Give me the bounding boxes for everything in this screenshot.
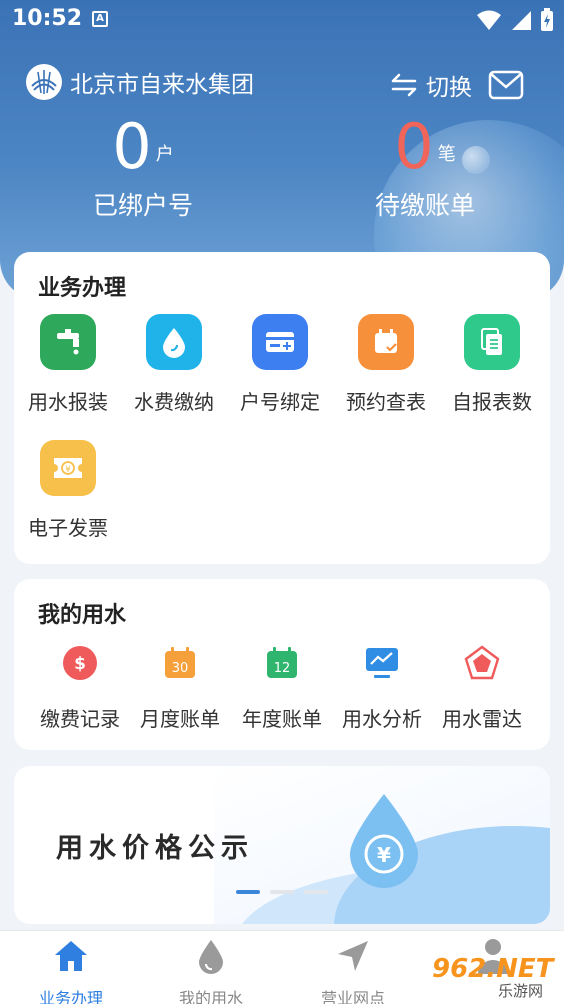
service-water-installation[interactable]: 用水报装 — [14, 314, 122, 415]
bound-count: 0 — [112, 110, 152, 183]
banner-currency-glyph: ¥ — [377, 843, 391, 867]
services-card: 业务办理 用水报装 水费缴纳 户号绑定 预约查表 自报表数 ¥ 电子发票 — [14, 252, 550, 564]
water-group-logo-icon — [26, 64, 62, 100]
chart-monitor-icon — [362, 643, 402, 683]
bound-accounts-stat[interactable]: 0户 已绑户号 — [58, 112, 228, 222]
brand-name: 北京市自来水集团 — [70, 72, 254, 98]
banner-title: 用水价格公示 — [56, 833, 254, 864]
service-bind-account[interactable]: 户号绑定 — [226, 314, 334, 415]
card-add-icon — [252, 314, 308, 370]
battery-icon — [541, 8, 553, 31]
my-water-card: 我的用水 $ 缴费记录 30 月度账单 12 年度账单 用水分析 用水雷达 — [14, 579, 550, 750]
carousel-indicator — [236, 890, 328, 894]
brand: 北京市自来水集团 — [26, 64, 254, 100]
calendar-check-icon — [358, 314, 414, 370]
my-water-label: 月度账单 — [140, 707, 220, 731]
dollar-circle-icon: $ — [60, 643, 100, 683]
service-e-invoice[interactable]: ¥ 电子发票 — [14, 440, 122, 541]
home-icon — [16, 937, 126, 975]
my-water-label: 用水分析 — [342, 707, 422, 731]
payment-records-item[interactable]: $ 缴费记录 — [26, 643, 134, 732]
yuan-water-drop-icon: ¥ — [346, 792, 422, 892]
wifi-icon — [477, 10, 501, 30]
service-label: 自报表数 — [452, 390, 532, 414]
my-water-label: 年度账单 — [242, 707, 322, 731]
dollar-glyph: $ — [74, 654, 86, 674]
carousel-dot[interactable] — [236, 890, 260, 894]
switch-label: 切换 — [426, 75, 472, 101]
water-radar-item[interactable]: 用水雷达 — [428, 643, 536, 732]
pending-bills-stat[interactable]: 0笔 待缴账单 — [350, 112, 500, 222]
monthly-bill-item[interactable]: 30 月度账单 — [126, 643, 234, 732]
nav-business[interactable]: 业务办理 — [16, 937, 126, 1004]
status-time: 10:52 — [12, 6, 83, 31]
status-icons — [476, 8, 554, 32]
signal-icon — [512, 11, 531, 30]
nav-label: 营业网点 — [320, 989, 385, 1004]
bills-label: 待缴账单 — [374, 191, 475, 220]
radar-pentagon-icon — [462, 643, 502, 683]
nav-label: 业务办理 — [38, 989, 103, 1004]
calendar-30-icon: 30 — [160, 643, 200, 683]
bound-unit: 户 — [155, 144, 174, 165]
water-price-banner[interactable]: 用水价格公示 ¥ — [14, 766, 550, 924]
nav-my-water[interactable]: 我的用水 — [156, 937, 266, 1004]
nav-label: 我的用水 — [178, 989, 243, 1004]
switch-account-button[interactable]: 切换 — [390, 68, 472, 102]
calendar-12-icon: 12 — [262, 643, 302, 683]
service-pay-water-fee[interactable]: 水费缴纳 — [120, 314, 228, 415]
service-label: 户号绑定 — [240, 390, 320, 414]
services-title: 业务办理 — [38, 276, 127, 301]
navigation-arrow-icon — [298, 937, 408, 975]
mail-icon — [488, 70, 524, 100]
calendar-30-badge: 30 — [172, 661, 189, 676]
invoice-ticket-icon: ¥ — [40, 440, 96, 496]
water-analysis-item[interactable]: 用水分析 — [328, 643, 436, 732]
service-self-report-reading[interactable]: 自报表数 — [438, 314, 546, 415]
copy-document-icon — [464, 314, 520, 370]
notification-icon: A — [92, 11, 108, 27]
carousel-dot[interactable] — [270, 890, 294, 894]
my-water-title: 我的用水 — [38, 603, 127, 628]
service-schedule-meter-reading[interactable]: 预约查表 — [332, 314, 440, 415]
service-label: 用水报装 — [28, 390, 108, 414]
yuan-glyph: ¥ — [65, 465, 71, 475]
watermark-sub: 乐游网 — [498, 982, 544, 1000]
annual-bill-item[interactable]: 12 年度账单 — [228, 643, 336, 732]
water-drop-icon — [156, 937, 266, 975]
message-button[interactable] — [488, 70, 524, 104]
swap-arrows-icon — [391, 73, 417, 97]
my-water-label: 用水雷达 — [442, 707, 522, 731]
water-drop-icon — [146, 314, 202, 370]
service-label: 水费缴纳 — [134, 390, 214, 414]
service-label: 预约查表 — [346, 390, 426, 414]
bills-count: 0 — [394, 110, 434, 183]
bills-unit: 笔 — [437, 144, 456, 165]
calendar-12-badge: 12 — [274, 661, 291, 676]
status-bar: 10:52 A — [0, 0, 564, 40]
carousel-dot[interactable] — [304, 890, 328, 894]
service-label: 电子发票 — [28, 516, 108, 540]
nav-service-outlets[interactable]: 营业网点 — [298, 937, 408, 1004]
my-water-label: 缴费记录 — [40, 707, 120, 731]
bound-label: 已绑户号 — [92, 191, 193, 220]
site-watermark: 962.NET 乐游网 — [424, 952, 564, 1004]
faucet-icon — [40, 314, 96, 370]
